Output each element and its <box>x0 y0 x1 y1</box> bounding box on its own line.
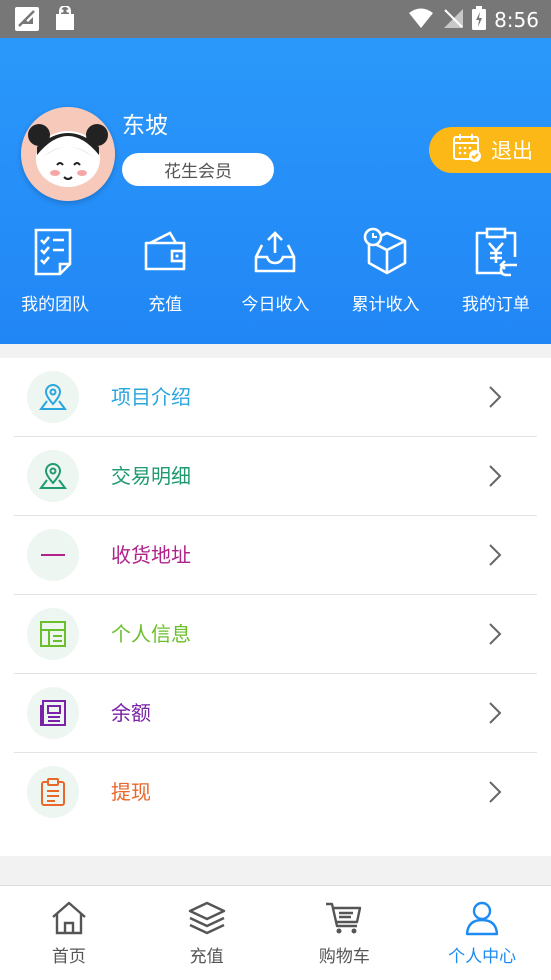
menu-item-label: 余额 <box>111 701 151 725</box>
menu-item-transaction-details[interactable]: 交易明细 <box>14 437 537 516</box>
map-pin-icon <box>27 371 79 423</box>
nav-label: 充值 <box>189 947 224 967</box>
logout-label: 退出 <box>491 139 533 163</box>
quick-action-today-income[interactable]: 今日收入 <box>220 226 330 326</box>
profile-header: 东坡 花生会员 退出 我的团队 充值 今日收入 累计收入 我的订单 <box>0 38 551 344</box>
nav-recharge[interactable]: 充值 <box>138 886 276 980</box>
menu-item-label: 收货地址 <box>111 543 191 567</box>
menu-item-label: 个人信息 <box>111 622 191 646</box>
clipboard-icon <box>27 766 79 818</box>
dash-icon <box>27 529 79 581</box>
quick-action-recharge[interactable]: 充值 <box>110 226 220 326</box>
quick-action-label: 我的订单 <box>461 295 530 315</box>
quick-action-label: 我的团队 <box>21 295 90 315</box>
bottom-nav: 首页 充值 购物车 个人中心 <box>0 885 551 980</box>
quick-action-my-team[interactable]: 我的团队 <box>0 226 110 326</box>
nav-home[interactable]: 首页 <box>0 886 138 980</box>
calendar-check-icon <box>451 132 483 169</box>
quick-action-label: 充值 <box>148 295 183 315</box>
status-bar: 8:56 <box>0 0 551 38</box>
wallet-icon <box>140 226 190 278</box>
layers-icon <box>188 901 225 935</box>
battery-charging-icon <box>472 6 487 34</box>
layout-icon <box>27 608 79 660</box>
menu-item-shipping-address[interactable]: 收货地址 <box>14 516 537 595</box>
package-clock-icon <box>361 226 411 278</box>
quick-action-total-income[interactable]: 累计收入 <box>331 226 441 326</box>
chevron-right-icon <box>489 544 502 566</box>
nav-label: 首页 <box>51 947 86 967</box>
shopping-bag-icon <box>52 5 78 36</box>
chevron-right-icon <box>489 702 502 724</box>
nav-label: 个人中心 <box>448 947 517 967</box>
avatar[interactable] <box>21 107 115 201</box>
chevron-right-icon <box>489 386 502 408</box>
no-sim-image-icon <box>14 6 40 36</box>
quick-action-label: 累计收入 <box>351 295 420 315</box>
menu-item-label: 提现 <box>111 780 151 804</box>
inbox-upload-icon <box>250 226 300 278</box>
quick-actions: 我的团队 充值 今日收入 累计收入 我的订单 <box>0 226 551 326</box>
quick-action-my-orders[interactable]: 我的订单 <box>441 226 551 326</box>
panda-avatar-icon <box>21 107 115 201</box>
status-time: 8:56 <box>494 8 539 32</box>
map-pin-icon <box>27 450 79 502</box>
nav-profile[interactable]: 个人中心 <box>413 886 551 980</box>
menu-item-label: 项目介绍 <box>111 385 191 409</box>
menu-item-withdraw[interactable]: 提现 <box>14 753 537 831</box>
user-icon <box>465 901 499 936</box>
newspaper-icon <box>27 687 79 739</box>
menu-item-personal-info[interactable]: 个人信息 <box>14 595 537 674</box>
chevron-right-icon <box>489 781 502 803</box>
yen-order-icon <box>471 226 521 278</box>
quick-action-label: 今日收入 <box>241 295 310 315</box>
cart-icon <box>326 902 362 934</box>
menu-list: 项目介绍 交易明细 收货地址 个人信息 余额 提现 <box>0 358 551 856</box>
member-level-badge: 花生会员 <box>122 153 274 186</box>
wifi-icon <box>408 7 434 33</box>
home-icon <box>52 901 86 935</box>
username: 东坡 <box>122 113 168 139</box>
menu-item-project-intro[interactable]: 项目介绍 <box>14 358 537 437</box>
logout-button[interactable]: 退出 <box>429 127 551 173</box>
team-checklist-icon <box>30 226 80 278</box>
menu-item-balance[interactable]: 余额 <box>14 674 537 753</box>
nav-label: 购物车 <box>318 947 370 967</box>
menu-item-label: 交易明细 <box>111 464 191 488</box>
nav-cart[interactable]: 购物车 <box>276 886 414 980</box>
chevron-right-icon <box>489 623 502 645</box>
no-signal-icon <box>442 7 464 33</box>
chevron-right-icon <box>489 465 502 487</box>
